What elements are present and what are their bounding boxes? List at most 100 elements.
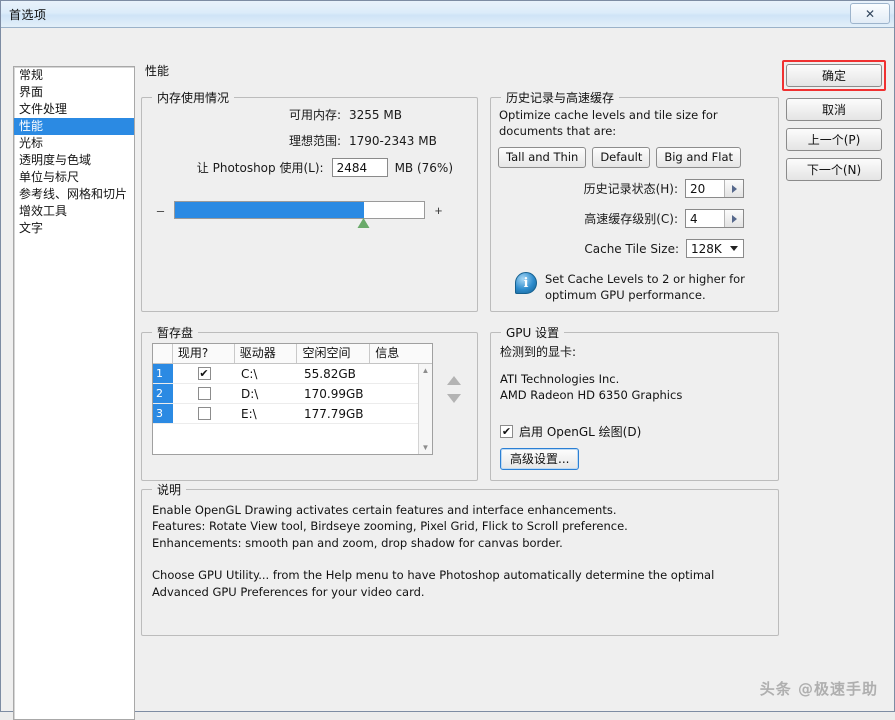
column-header-free-space: 空闲空间	[297, 344, 370, 363]
memory-percent-label: MB (76%)	[395, 161, 453, 175]
let-photoshop-use-row: 让 Photoshop 使用(L): MB (76%)	[142, 158, 453, 177]
page-title: 性能	[145, 62, 786, 79]
watermark: 头条 @极速手助	[760, 678, 878, 699]
memory-usage-group: 内存使用情况 可用内存: 3255 MB 理想范围: 1790-2343 MB …	[141, 89, 478, 312]
row-info	[371, 404, 418, 423]
top-row: 内存使用情况 可用内存: 3255 MB 理想范围: 1790-2343 MB …	[141, 89, 786, 312]
row-free-space: 177.79GB	[298, 404, 371, 423]
sidebar-item-file-handling[interactable]: 文件处理	[14, 101, 134, 118]
memory-amount-input[interactable]	[332, 158, 388, 177]
cache-levels-input[interactable]	[686, 210, 724, 227]
row-free-space: 170.99GB	[298, 384, 371, 403]
ideal-range-value: 1790-2343 MB	[349, 134, 453, 148]
available-memory-label: 可用内存:	[289, 106, 341, 123]
column-header-drive: 驱动器	[235, 344, 298, 363]
gpu-settings-group: GPU 设置 检测到的显卡: ATI Technologies Inc. AMD…	[490, 324, 779, 481]
sidebar-item-transparency-gamut[interactable]: 透明度与色域	[14, 152, 134, 169]
preset-big-and-flat-button[interactable]: Big and Flat	[656, 147, 741, 168]
scratch-disks-group: 暂存盘 现用? 驱动器 空闲空间 信息	[141, 324, 478, 481]
sidebar-item-general[interactable]: 常规	[14, 67, 134, 84]
cache-levels-spin-icon[interactable]	[724, 210, 743, 227]
reorder-controls	[447, 376, 461, 403]
dialog-body: 常规 界面 文件处理 性能 光标 透明度与色域 单位与标尺 参考线、网格和切片 …	[1, 28, 894, 711]
sidebar-item-interface[interactable]: 界面	[14, 84, 134, 101]
table-row[interactable]: 3 E:\ 177.79GB	[153, 404, 418, 424]
row-drive: E:\	[235, 404, 298, 423]
history-cache-legend: 历史记录与高速缓存	[501, 89, 619, 106]
advanced-settings-button[interactable]: 高级设置...	[500, 448, 579, 470]
table-rows: 1 ✔ C:\ 55.82GB 2	[153, 364, 418, 454]
preset-default-button[interactable]: Default	[592, 147, 650, 168]
row-index: 2	[153, 384, 173, 403]
history-states-stepper[interactable]	[685, 179, 744, 198]
category-list[interactable]: 常规 界面 文件处理 性能 光标 透明度与色域 单位与标尺 参考线、网格和切片 …	[13, 66, 135, 720]
performance-panel: 性能 内存使用情况 可用内存: 3255 MB 理想范围: 1790-2343 …	[141, 62, 786, 636]
close-icon[interactable]: ✕	[850, 3, 890, 24]
cache-info-text: Set Cache Levels to 2 or higher for opti…	[545, 272, 761, 303]
sidebar-item-guides-grid-slices[interactable]: 参考线、网格和切片	[14, 186, 134, 203]
sidebar-item-plugins[interactable]: 增效工具	[14, 203, 134, 220]
memory-slider-row: – +	[156, 201, 477, 219]
row-active-cell	[173, 404, 235, 423]
window-title: 首选项	[9, 6, 47, 23]
column-header-info: 信息	[370, 344, 432, 363]
cache-tile-size-value: 128K	[691, 242, 722, 256]
ideal-range-row: 理想范围: 1790-2343 MB	[142, 132, 453, 149]
history-states-input[interactable]	[686, 180, 724, 197]
let-photoshop-use-label: 让 Photoshop 使用(L):	[197, 159, 324, 176]
row-free-space: 55.82GB	[298, 364, 371, 383]
cache-info-row: i Set Cache Levels to 2 or higher for op…	[515, 272, 761, 303]
info-icon: i	[515, 272, 537, 294]
slider-minus-icon[interactable]: –	[156, 203, 165, 218]
prev-button[interactable]: 上一个(P)	[786, 128, 882, 151]
move-down-icon[interactable]	[447, 394, 461, 403]
cache-hint-text: Optimize cache levels and tile size for …	[499, 108, 749, 139]
history-cache-group: 历史记录与高速缓存 Optimize cache levels and tile…	[490, 89, 779, 312]
scratch-disks-table[interactable]: 现用? 驱动器 空闲空间 信息 1 ✔	[152, 343, 433, 455]
sidebar-item-units-rulers[interactable]: 单位与标尺	[14, 169, 134, 186]
description-text: Enable OpenGL Drawing activates certain …	[152, 502, 768, 600]
gpu-vendor: ATI Technologies Inc.	[500, 372, 778, 388]
memory-slider[interactable]	[174, 201, 425, 219]
scratch-active-checkbox[interactable]: ✔	[198, 367, 211, 380]
history-states-row: 历史记录状态(H):	[491, 179, 744, 198]
cache-levels-stepper[interactable]	[685, 209, 744, 228]
enable-opengl-label: 启用 OpenGL 绘图(D)	[519, 423, 641, 440]
cache-tile-size-row: Cache Tile Size: 128K	[491, 239, 744, 258]
title-bar: 首选项 ✕	[1, 1, 894, 28]
next-button[interactable]: 下一个(N)	[786, 158, 882, 181]
cancel-button[interactable]: 取消	[786, 98, 882, 121]
ideal-range-label: 理想范围:	[289, 132, 341, 149]
slider-plus-icon[interactable]: +	[434, 203, 443, 218]
cache-tile-size-select[interactable]: 128K	[686, 239, 744, 258]
sidebar-item-type[interactable]: 文字	[14, 220, 134, 237]
scratch-active-checkbox[interactable]	[198, 407, 211, 420]
sidebar-item-performance[interactable]: 性能	[14, 118, 134, 135]
available-memory-value: 3255 MB	[349, 108, 453, 122]
row-active-cell: ✔	[173, 364, 235, 383]
cache-tile-size-label: Cache Tile Size:	[584, 242, 679, 256]
description-group: 说明 Enable OpenGL Drawing activates certa…	[141, 481, 779, 636]
enable-opengl-checkbox[interactable]: ✔	[500, 425, 513, 438]
preset-tall-and-thin-button[interactable]: Tall and Thin	[498, 147, 586, 168]
row-info	[371, 364, 418, 383]
middle-row: 暂存盘 现用? 驱动器 空闲空间 信息	[141, 324, 786, 481]
scratch-disks-legend: 暂存盘	[152, 324, 198, 341]
available-memory-row: 可用内存: 3255 MB	[142, 106, 453, 123]
chevron-down-icon	[730, 246, 738, 251]
scroll-down-icon[interactable]: ▼	[422, 443, 430, 452]
cache-levels-label: 高速缓存级别(C):	[584, 210, 678, 227]
table-row[interactable]: 2 D:\ 170.99GB	[153, 384, 418, 404]
sidebar-item-cursors[interactable]: 光标	[14, 135, 134, 152]
table-row[interactable]: 1 ✔ C:\ 55.82GB	[153, 364, 418, 384]
table-scrollbar[interactable]: ▲ ▼	[418, 364, 432, 454]
memory-slider-thumb[interactable]	[358, 218, 371, 228]
cache-preset-row: Tall and Thin Default Big and Flat	[498, 147, 778, 168]
memory-slider-fill	[175, 202, 364, 218]
scroll-up-icon[interactable]: ▲	[422, 366, 430, 375]
move-up-icon[interactable]	[447, 376, 461, 385]
history-states-spin-icon[interactable]	[724, 180, 743, 197]
ok-button[interactable]: 确定	[786, 64, 882, 87]
scratch-active-checkbox[interactable]	[198, 387, 211, 400]
enable-opengl-row[interactable]: ✔ 启用 OpenGL 绘图(D)	[500, 423, 778, 440]
